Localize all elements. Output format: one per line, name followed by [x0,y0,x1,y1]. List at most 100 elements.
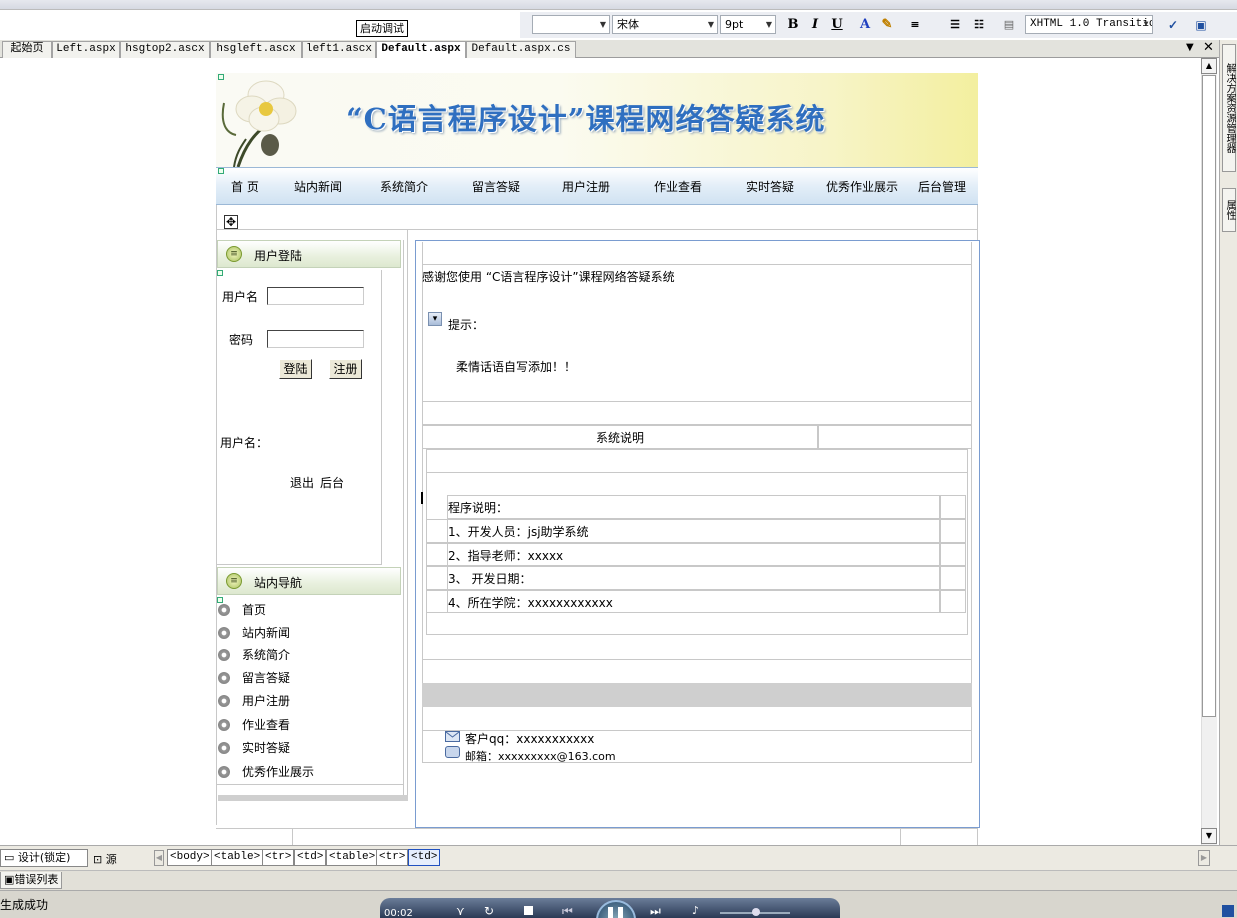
toolbox-icon[interactable]: ▣ [1192,16,1210,34]
solution-explorer-tab[interactable]: 解决方案资源管理器 [1222,44,1236,172]
site-nav-item[interactable]: 实时答疑 [218,739,290,756]
move-handle-icon[interactable]: ✥ [224,215,238,229]
nav-intro[interactable]: 系统简介 [380,178,428,195]
chevron-down-icon: ▼ [707,20,715,29]
volume-down-icon[interactable]: ⋎ [456,904,465,918]
nav-showcase[interactable]: 优秀作业展示 [826,178,898,195]
tag-table[interactable]: <table> [211,849,264,866]
underline-button[interactable]: U [828,16,846,34]
control-marker-icon [217,270,223,276]
build-status: 生成成功 [0,898,49,912]
program-row-side [940,590,966,613]
font-size-select[interactable]: 9pt ▼ [720,15,776,34]
tab-hsgtop2-ascx[interactable]: hsgtop2.ascx [120,41,210,58]
block-format-select[interactable]: ▼ [532,15,610,34]
grey-divider-bar [422,683,972,707]
password-input[interactable] [267,330,364,348]
nav-messages[interactable]: 留言答疑 [472,178,520,195]
stop-icon[interactable] [524,906,533,915]
tray-icon [1222,905,1234,917]
scroll-up-icon[interactable]: ▲ [1201,58,1217,74]
tab-list-icon[interactable]: ▼ [1186,42,1194,53]
close-icon[interactable]: ✕ [1203,40,1214,55]
login-button[interactable]: 登陆 [279,359,312,379]
program-row-side [940,566,966,590]
tag-scroll-right-icon[interactable]: ▶ [1198,850,1210,866]
tab-left1-ascx[interactable]: left1.ascx [302,41,376,58]
scrollbar-thumb[interactable] [1202,75,1216,717]
current-user-label: 用户名： [220,436,269,450]
bullet-icon [218,719,230,731]
tag-td[interactable]: <td> [294,849,327,866]
doctype-select[interactable]: XHTML 1.0 Transitio ▼ [1025,15,1153,34]
nav-home[interactable]: 首 页 [231,178,259,195]
numbered-list-icon[interactable]: ☷ [970,16,988,34]
tag-scroll-left-icon[interactable]: ◀ [154,850,164,866]
username-input[interactable] [267,287,364,305]
flower-image [221,80,297,168]
notepad-icon: ≡ [226,246,242,262]
properties-tab[interactable]: 属性 [1222,188,1236,232]
contact-qq: 客户qq：xxxxxxxxxxx [465,732,595,746]
next-icon[interactable]: ⏭ [650,904,661,918]
font-select[interactable]: 宋体 ▼ [612,15,718,34]
nav-register[interactable]: 用户注册 [562,178,610,195]
tag-tr[interactable]: <tr> [376,849,409,866]
side-dock: 解决方案资源管理器 属性 [1219,40,1237,845]
login-panel-header: ≡ 用户登陆 [217,240,401,268]
tag-table[interactable]: <table> [326,849,379,866]
chevron-down-icon: ▼ [1143,20,1149,29]
tab-left-aspx[interactable]: Left.aspx [52,41,120,58]
font-color-icon[interactable]: A [856,16,874,34]
nav-admin[interactable]: 后台管理 [918,178,966,195]
logout-link[interactable]: 退出 [290,474,314,491]
nav-news[interactable]: 站内新闻 [294,178,342,195]
mail-icon [445,731,460,742]
tag-body[interactable]: <body> [167,849,213,866]
pause-button[interactable] [596,900,636,918]
error-list-icon: ▣ [4,873,15,886]
site-nav-item[interactable]: 作业查看 [218,716,290,733]
bullet-icon [218,604,230,616]
repeat-icon[interactable]: ↻ [484,904,494,918]
site-nav-item[interactable]: 首页 [218,601,266,618]
nav-homework[interactable]: 作业查看 [654,178,702,195]
register-button[interactable]: 注册 [329,359,362,379]
tag-navigator-bar: ▭ 设计(锁定) ⊡ 源 ◀ <body> <table> <tr> <td> … [0,845,1237,870]
tab-hsgleft-ascx[interactable]: hsgleft.ascx [210,41,302,58]
bullet-icon [218,649,230,661]
error-list-tab[interactable]: ▣错误列表 [0,872,63,889]
tip-label: 提示： [448,318,485,332]
bold-button[interactable]: B [784,16,802,34]
source-view-tab[interactable]: ⊡ 源 [93,851,117,867]
chevron-down-icon: ▼ [765,20,773,29]
pause-icon-bar [608,907,613,918]
tag-td-selected[interactable]: <td> [408,849,441,866]
program-row-text: 2、指导老师：xxxxx [448,549,564,563]
align-icon[interactable]: ≡ [906,16,924,34]
program-row-text: 程序说明： [448,501,509,515]
site-nav-item[interactable]: 优秀作业展示 [218,763,314,780]
tag-tr[interactable]: <tr> [262,849,295,866]
tab-default-aspx-cs[interactable]: Default.aspx.cs [466,41,576,58]
site-nav-item[interactable]: 站内新闻 [218,624,290,641]
site-nav-item[interactable]: 系统简介 [218,646,290,663]
highlight-icon[interactable]: ✎ [878,16,896,34]
italic-button[interactable]: I [806,16,824,34]
site-nav-item[interactable]: 留言答疑 [218,669,290,686]
bullet-list-icon[interactable]: ☰ [946,16,964,34]
pause-icon-bar [618,907,623,918]
tab-default-aspx[interactable]: Default.aspx [376,41,466,59]
site-nav-item[interactable]: 用户注册 [218,692,290,709]
design-view-tab[interactable]: ▭ 设计(锁定) [0,849,88,867]
volume-slider-thumb[interactable] [752,908,760,916]
scroll-down-icon[interactable]: ▼ [1201,828,1217,844]
print-icon[interactable]: ▤ [1000,16,1018,34]
admin-link[interactable]: 后台 [320,474,344,491]
volume-icon[interactable]: ♪ [692,904,699,917]
previous-icon[interactable]: ⏮ [562,904,573,918]
spellcheck-icon[interactable]: ✓ [1164,16,1182,34]
tab-start-page[interactable]: 起始页 [2,41,52,58]
nav-live-qa[interactable]: 实时答疑 [746,178,794,195]
program-row-text: 1、开发人员：jsj助学系统 [448,525,589,539]
